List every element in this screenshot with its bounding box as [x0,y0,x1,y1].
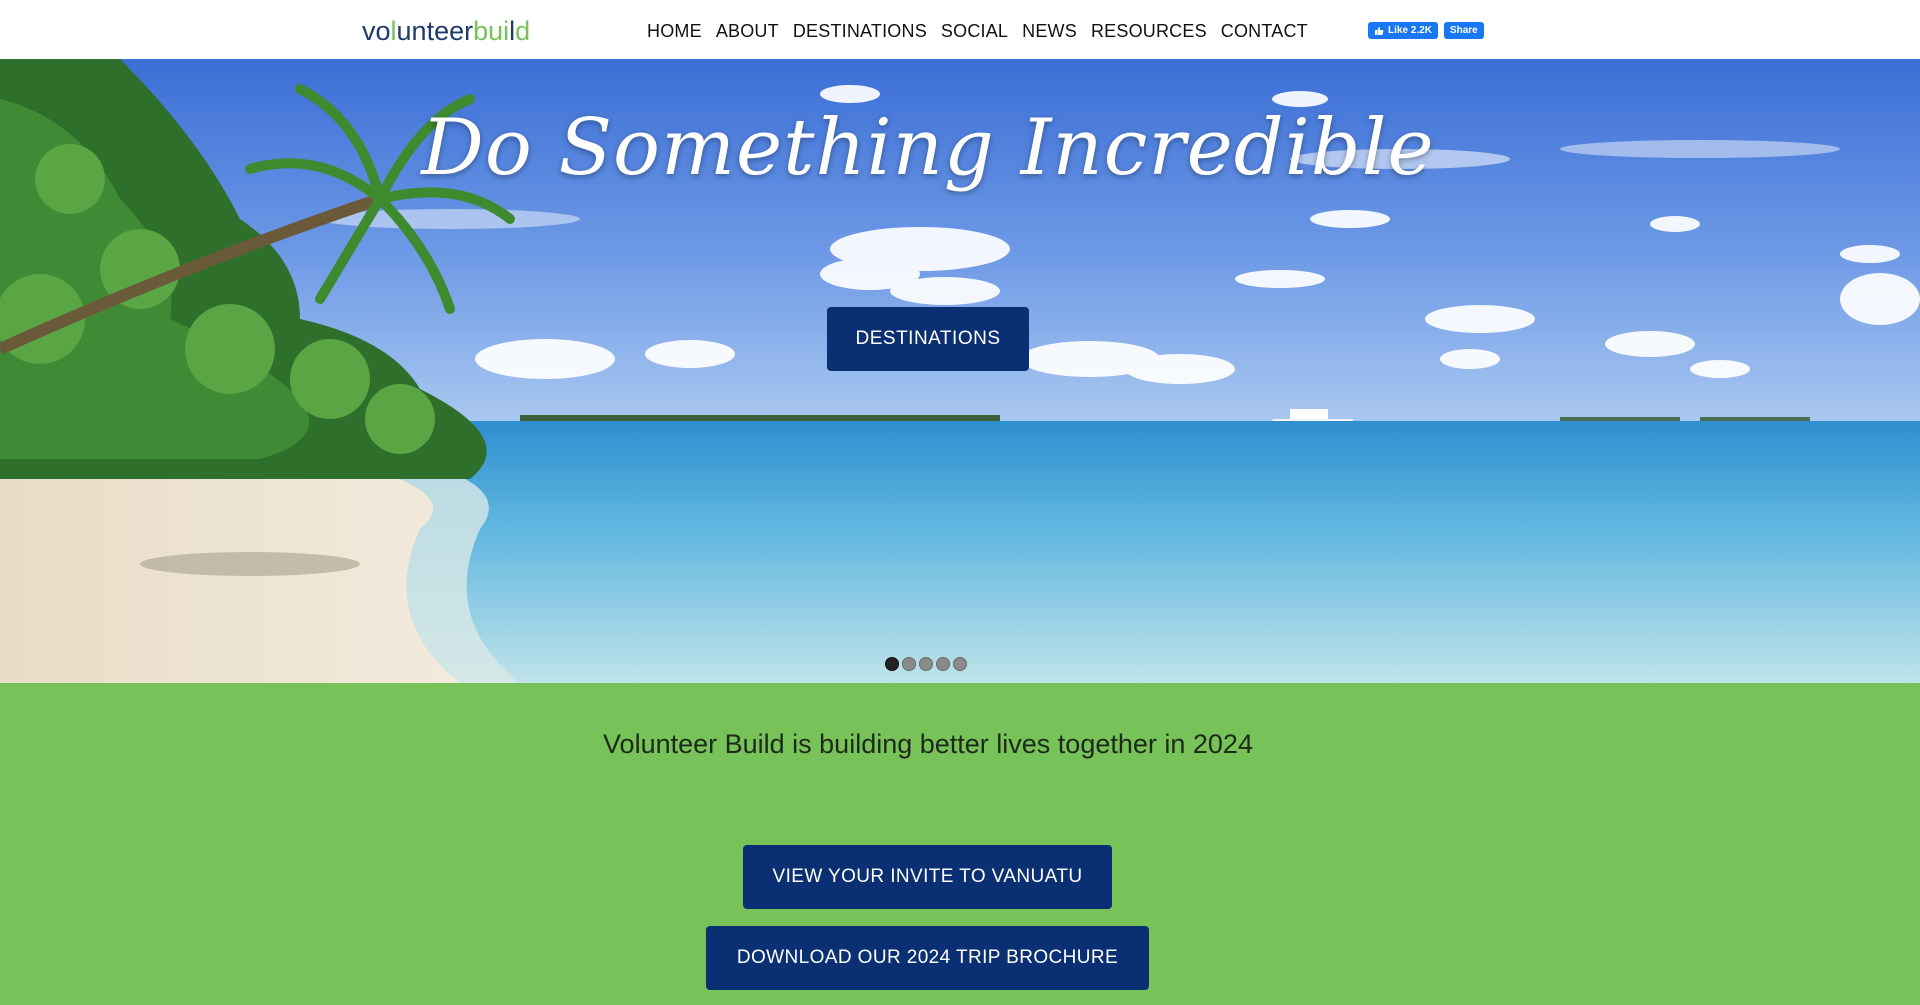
facebook-widget: Like 2.2K Share [1368,22,1484,39]
intro-section: Volunteer Build is building better lives… [0,683,1920,1005]
slide-dot-1[interactable] [885,657,899,671]
nav-destinations[interactable]: DESTINATIONS [786,18,934,45]
site-header: volunteerbuild HOME ABOUT DESTINATIONS S… [0,0,1920,59]
vanuatu-invite-button[interactable]: VIEW YOUR INVITE TO VANUATU [743,845,1112,909]
facebook-like-label: Like 2.2K [1388,25,1432,36]
nav-contact[interactable]: CONTACT [1214,18,1315,45]
facebook-share-button[interactable]: Share [1443,22,1484,39]
slide-dot-3[interactable] [919,657,933,671]
hero-slider: Do Something Incredible DESTINATIONS [0,59,1920,683]
facebook-share-label: Share [1449,25,1478,36]
nav-resources[interactable]: RESOURCES [1084,18,1214,45]
thumbs-up-icon [1375,26,1384,35]
slide-dot-2[interactable] [902,657,916,671]
slide-dot-5[interactable] [953,657,967,671]
main-nav: HOME ABOUT DESTINATIONS SOCIAL NEWS RESO… [640,18,1315,45]
svg-text:volunteerbuild: volunteerbuild [362,16,530,46]
download-brochure-button[interactable]: DOWNLOAD OUR 2024 TRIP BROCHURE [706,926,1149,990]
slide-dot-4[interactable] [936,657,950,671]
nav-social[interactable]: SOCIAL [934,18,1015,45]
facebook-like-button[interactable]: Like 2.2K [1368,22,1438,39]
hero-title: Do Something Incredible [421,103,1435,193]
nav-home[interactable]: HOME [640,18,709,45]
destinations-button[interactable]: DESTINATIONS [827,307,1029,371]
nav-news[interactable]: NEWS [1015,18,1084,45]
slider-dots [885,657,967,671]
volunteer-build-logo[interactable]: volunteerbuild [362,10,577,50]
intro-tagline: Volunteer Build is building better lives… [603,729,1253,759]
nav-about[interactable]: ABOUT [709,18,786,45]
